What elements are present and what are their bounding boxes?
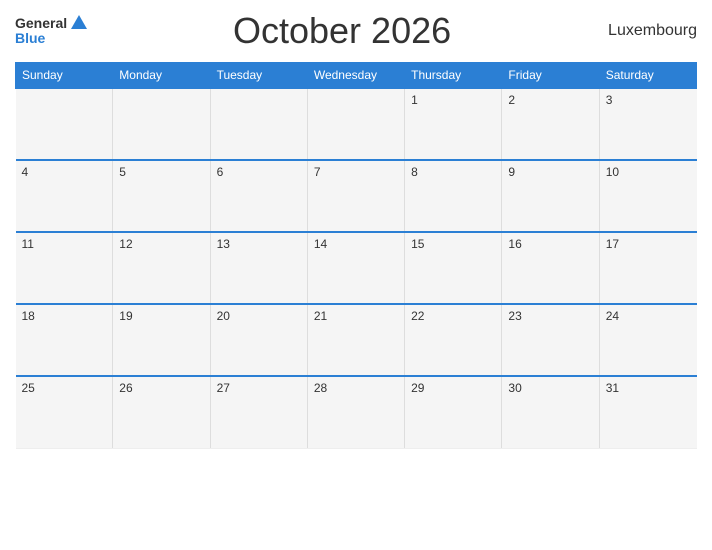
calendar-cell: 20 <box>210 304 307 376</box>
calendar-cell <box>210 88 307 160</box>
day-number: 15 <box>411 237 424 251</box>
calendar-cell: 17 <box>599 232 696 304</box>
day-number: 4 <box>22 165 29 179</box>
calendar-cell: 15 <box>405 232 502 304</box>
calendar-cell: 7 <box>307 160 404 232</box>
calendar-cell <box>307 88 404 160</box>
logo: General Blue <box>15 16 87 47</box>
calendar-cell: 28 <box>307 376 404 448</box>
week-row-3: 11 12 13 14 15 16 17 <box>16 232 697 304</box>
weekday-header-saturday: Saturday <box>599 63 696 89</box>
week-row-5: 25 26 27 28 29 30 31 <box>16 376 697 448</box>
week-row-1: 1 2 3 <box>16 88 697 160</box>
calendar-cell: 10 <box>599 160 696 232</box>
weekday-header-friday: Friday <box>502 63 599 89</box>
day-number: 1 <box>411 93 418 107</box>
weekday-header-sunday: Sunday <box>16 63 113 89</box>
day-number: 6 <box>217 165 224 179</box>
day-number: 10 <box>606 165 619 179</box>
header: General Blue October 2026 Luxembourg <box>15 10 697 52</box>
weekday-header-wednesday: Wednesday <box>307 63 404 89</box>
day-number: 23 <box>508 309 521 323</box>
calendar-cell <box>113 88 210 160</box>
logo-general: General <box>15 16 67 31</box>
day-number: 25 <box>22 381 35 395</box>
calendar-cell: 31 <box>599 376 696 448</box>
calendar-cell: 27 <box>210 376 307 448</box>
day-number: 18 <box>22 309 35 323</box>
day-number: 20 <box>217 309 230 323</box>
day-number: 26 <box>119 381 132 395</box>
day-number: 30 <box>508 381 521 395</box>
day-number: 8 <box>411 165 418 179</box>
day-number: 13 <box>217 237 230 251</box>
calendar-cell: 5 <box>113 160 210 232</box>
calendar-container: General Blue October 2026 Luxembourg Sun… <box>0 0 712 550</box>
day-number: 19 <box>119 309 132 323</box>
calendar-cell: 8 <box>405 160 502 232</box>
calendar-cell: 11 <box>16 232 113 304</box>
calendar-cell: 26 <box>113 376 210 448</box>
day-number: 12 <box>119 237 132 251</box>
week-row-2: 4 5 6 7 8 9 10 <box>16 160 697 232</box>
week-row-4: 18 19 20 21 22 23 24 <box>16 304 697 376</box>
calendar-cell: 16 <box>502 232 599 304</box>
weekday-header-tuesday: Tuesday <box>210 63 307 89</box>
calendar-cell: 14 <box>307 232 404 304</box>
calendar-cell: 4 <box>16 160 113 232</box>
logo-blue: Blue <box>15 31 45 46</box>
calendar-cell: 21 <box>307 304 404 376</box>
calendar-cell: 25 <box>16 376 113 448</box>
calendar-cell: 22 <box>405 304 502 376</box>
day-number: 9 <box>508 165 515 179</box>
day-number: 7 <box>314 165 321 179</box>
day-number: 24 <box>606 309 619 323</box>
weekday-header-monday: Monday <box>113 63 210 89</box>
calendar-cell <box>16 88 113 160</box>
calendar-cell: 9 <box>502 160 599 232</box>
calendar-cell: 29 <box>405 376 502 448</box>
day-number: 3 <box>606 93 613 107</box>
calendar-title: October 2026 <box>87 10 597 52</box>
day-number: 31 <box>606 381 619 395</box>
day-number: 2 <box>508 93 515 107</box>
calendar-table: SundayMondayTuesdayWednesdayThursdayFrid… <box>15 62 697 449</box>
day-number: 5 <box>119 165 126 179</box>
calendar-cell: 2 <box>502 88 599 160</box>
day-number: 14 <box>314 237 327 251</box>
calendar-cell: 19 <box>113 304 210 376</box>
day-number: 27 <box>217 381 230 395</box>
day-number: 11 <box>22 237 34 251</box>
calendar-cell: 23 <box>502 304 599 376</box>
calendar-cell: 1 <box>405 88 502 160</box>
calendar-cell: 3 <box>599 88 696 160</box>
calendar-cell: 13 <box>210 232 307 304</box>
day-number: 29 <box>411 381 424 395</box>
calendar-cell: 12 <box>113 232 210 304</box>
day-number: 16 <box>508 237 521 251</box>
day-number: 28 <box>314 381 327 395</box>
day-number: 17 <box>606 237 619 251</box>
weekday-header-row: SundayMondayTuesdayWednesdayThursdayFrid… <box>16 63 697 89</box>
day-number: 21 <box>314 309 327 323</box>
calendar-cell: 30 <box>502 376 599 448</box>
country-label: Luxembourg <box>597 22 697 40</box>
logo-triangle-icon <box>71 15 87 29</box>
calendar-cell: 18 <box>16 304 113 376</box>
day-number: 22 <box>411 309 424 323</box>
weekday-header-thursday: Thursday <box>405 63 502 89</box>
calendar-cell: 24 <box>599 304 696 376</box>
calendar-cell: 6 <box>210 160 307 232</box>
